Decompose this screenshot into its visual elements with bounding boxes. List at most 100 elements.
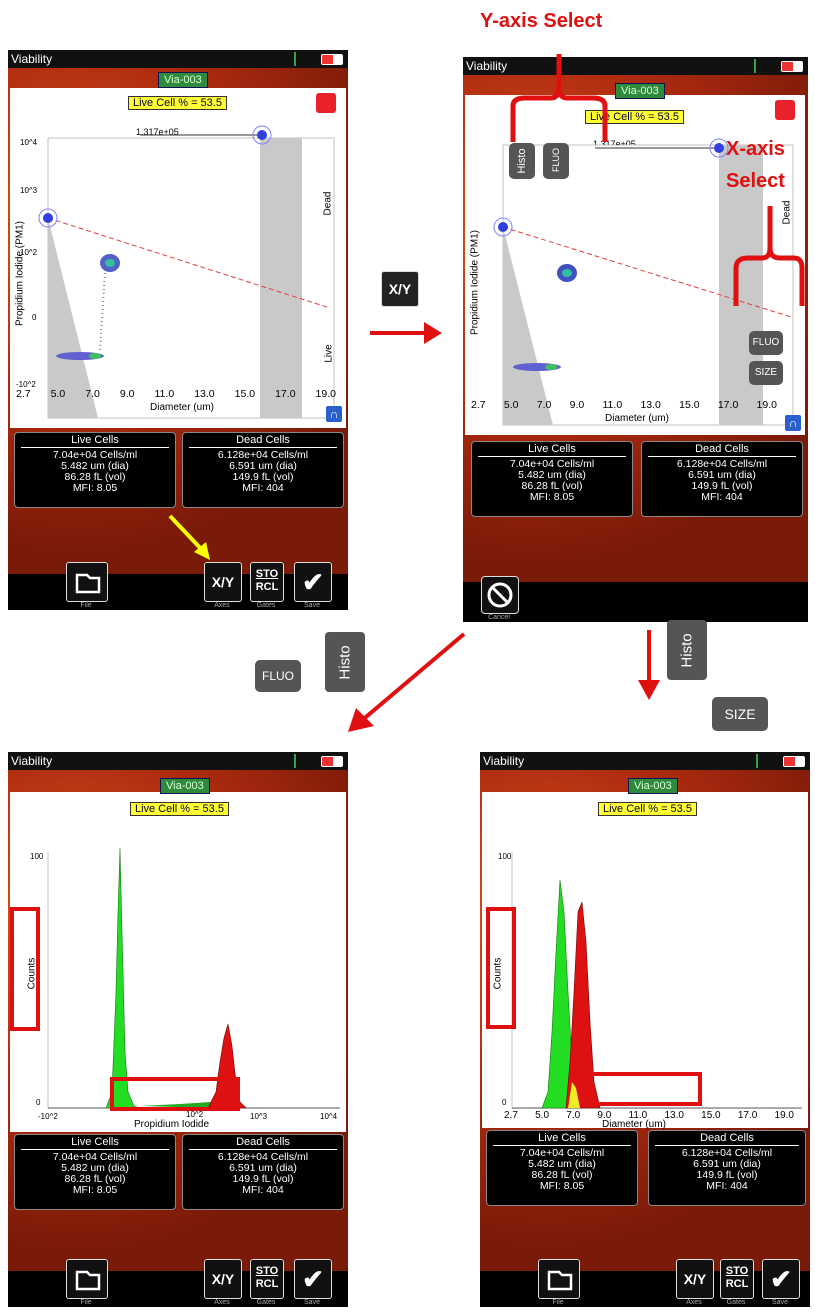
sample-tag: Via-003 bbox=[158, 72, 208, 88]
xlabel-highlight-box bbox=[588, 1072, 702, 1106]
live-cells-panel: Live Cells 7.04e+04 Cells/ml 5.482 um (d… bbox=[471, 441, 633, 517]
y-max-tick: 100 bbox=[498, 852, 512, 861]
x-tick: 17.0 bbox=[275, 388, 296, 400]
x-tick: 19.0 bbox=[774, 1110, 794, 1121]
file-button[interactable] bbox=[66, 562, 108, 602]
folder-icon bbox=[75, 573, 101, 594]
status-bar: Viability bbox=[8, 752, 348, 770]
x-tick: 11.0 bbox=[154, 388, 175, 400]
dead-cells-mfi: MFI: 404 bbox=[701, 491, 743, 503]
app-title: Viability bbox=[11, 52, 53, 66]
save-button[interactable]: ✔ bbox=[294, 1259, 332, 1299]
signal-icon bbox=[754, 59, 768, 73]
x-tick: 15.0 bbox=[679, 399, 700, 411]
save-button[interactable]: ✔ bbox=[762, 1259, 800, 1299]
size-x-chip[interactable]: SIZE bbox=[749, 361, 783, 385]
save-button[interactable]: ✔ bbox=[294, 562, 332, 602]
dead-cells-title: Dead Cells bbox=[655, 1133, 799, 1146]
histo-chip-text: Histo bbox=[336, 645, 354, 680]
y-axis-label: Propidium Iodide (PM1) bbox=[14, 220, 26, 327]
histo-chip-text: Histo bbox=[678, 633, 696, 668]
histo-chip-text: Histo bbox=[516, 148, 528, 174]
bottom-toolbar: File X/Y Axes STO RCL Gates ✔ Save bbox=[480, 1259, 810, 1307]
x-tick: 7.0 bbox=[85, 388, 100, 400]
bottom-toolbar: File X/Y Axes STO RCL Gates ✔ Save bbox=[8, 562, 348, 610]
live-cells-title: Live Cells bbox=[478, 444, 626, 457]
sto-rcl-button[interactable]: STO RCL bbox=[250, 562, 284, 602]
file-label: File bbox=[80, 1299, 92, 1306]
x-tick: 13.0 bbox=[640, 399, 661, 411]
x-tick: 13.0 bbox=[194, 388, 215, 400]
histogram-mode-icon[interactable]: ∩ bbox=[326, 406, 342, 422]
live-cells-mfi: MFI: 8.05 bbox=[529, 491, 575, 503]
axes-label: Axes bbox=[214, 602, 230, 609]
sto-rcl-button[interactable]: STO RCL bbox=[720, 1259, 754, 1299]
folder-icon bbox=[547, 1270, 573, 1291]
live-region-label: Live bbox=[323, 344, 335, 363]
x-tick: 10^4 bbox=[320, 1112, 338, 1121]
sto-text: STO bbox=[725, 1265, 749, 1277]
y-axis-bracket bbox=[510, 54, 608, 142]
bottom-toolbar: Cancel bbox=[463, 576, 808, 622]
x-tick: 2.7 bbox=[504, 1110, 518, 1121]
y-zero-tick: 0 bbox=[36, 1098, 41, 1107]
x-tick: 11.0 bbox=[602, 399, 623, 411]
x-tick: 19.0 bbox=[756, 399, 777, 411]
dead-cells-panel: Dead Cells 6.128e+04 Cells/ml 6.591 um (… bbox=[182, 432, 344, 508]
x-tick: 17.0 bbox=[737, 1110, 758, 1121]
counts-highlight-box bbox=[486, 907, 516, 1029]
axes-label: Axes bbox=[214, 1299, 230, 1306]
x-axis-label: Diameter (um) bbox=[605, 413, 669, 424]
file-button[interactable] bbox=[538, 1259, 580, 1299]
file-label: File bbox=[552, 1299, 564, 1306]
dead-cells-title: Dead Cells bbox=[189, 1137, 337, 1150]
battery-icon bbox=[321, 54, 343, 65]
rcl-text: RCL bbox=[725, 1278, 749, 1290]
dead-cells-panel: Dead Cells 6.128e+04 Cells/ml 6.591 um (… bbox=[648, 1130, 806, 1206]
histo-chip-callout: Histo bbox=[667, 620, 707, 680]
x-tick: 15.0 bbox=[701, 1110, 721, 1121]
x-axis-select-label-1: X-axis bbox=[726, 138, 785, 160]
x-tick: 7.0 bbox=[536, 399, 552, 411]
status-bar: Viability bbox=[480, 752, 810, 770]
screen-histo-pi: Viability Via-003 Live Cell % = 53.5 100… bbox=[8, 752, 348, 1307]
save-label: Save bbox=[772, 1299, 788, 1306]
y-tick: 10^2 bbox=[20, 248, 38, 257]
live-cells-panel: Live Cells 7.04e+04 Cells/ml 5.482 um (d… bbox=[14, 432, 176, 508]
x-axis-ticks: 2.7 5.0 7.0 9.0 11.0 13.0 15.0 17.0 19.0 bbox=[471, 399, 777, 411]
fluo-chip-text: FLUO bbox=[551, 148, 561, 173]
x-tick: 13.0 bbox=[664, 1110, 684, 1121]
live-cells-mfi: MFI: 8.05 bbox=[72, 1184, 118, 1196]
y-axis-select-label: Y-axis Select bbox=[480, 10, 603, 32]
xy-button[interactable]: X/Y bbox=[676, 1259, 714, 1299]
x-axis-label: Diameter (um) bbox=[602, 1119, 666, 1130]
dead-cells-mfi: MFI: 404 bbox=[706, 1180, 748, 1192]
xy-button[interactable]: X/Y bbox=[204, 1259, 242, 1299]
y-axis-label: Propidium Iodide (PM1) bbox=[469, 229, 481, 336]
x-tick: 9.0 bbox=[119, 388, 135, 400]
x-tick: 17.0 bbox=[717, 399, 739, 411]
rcl-text: RCL bbox=[255, 581, 279, 593]
fluo-x-chip[interactable]: FLUO bbox=[749, 331, 783, 355]
file-label: File bbox=[80, 602, 92, 609]
status-bar: Viability bbox=[8, 50, 348, 68]
app-title: Viability bbox=[483, 754, 525, 768]
x-tick: -10^2 bbox=[38, 1112, 58, 1121]
down-arrow bbox=[638, 630, 660, 700]
counts-highlight-box bbox=[10, 907, 40, 1031]
axes-label: Axes bbox=[686, 1299, 702, 1306]
x-axis-label: Diameter (um) bbox=[150, 402, 214, 413]
gates-label: Gates bbox=[256, 1299, 276, 1306]
live-cells-title: Live Cells bbox=[21, 435, 169, 448]
sto-rcl-button[interactable]: STO RCL bbox=[250, 1259, 284, 1299]
scatter-plot bbox=[38, 125, 335, 419]
file-button[interactable] bbox=[66, 1259, 108, 1299]
x-tick: 10^2 bbox=[186, 1110, 204, 1119]
cancel-button[interactable] bbox=[481, 576, 519, 614]
dead-cells-panel: Dead Cells 6.128e+04 Cells/ml 6.591 um (… bbox=[641, 441, 803, 517]
signal-icon bbox=[294, 754, 308, 768]
x-tick: 2.7 bbox=[16, 388, 31, 400]
xy-button-callout: X/Y bbox=[381, 271, 419, 307]
histogram-mode-icon[interactable]: ∩ bbox=[785, 415, 801, 431]
signal-icon bbox=[756, 754, 770, 768]
